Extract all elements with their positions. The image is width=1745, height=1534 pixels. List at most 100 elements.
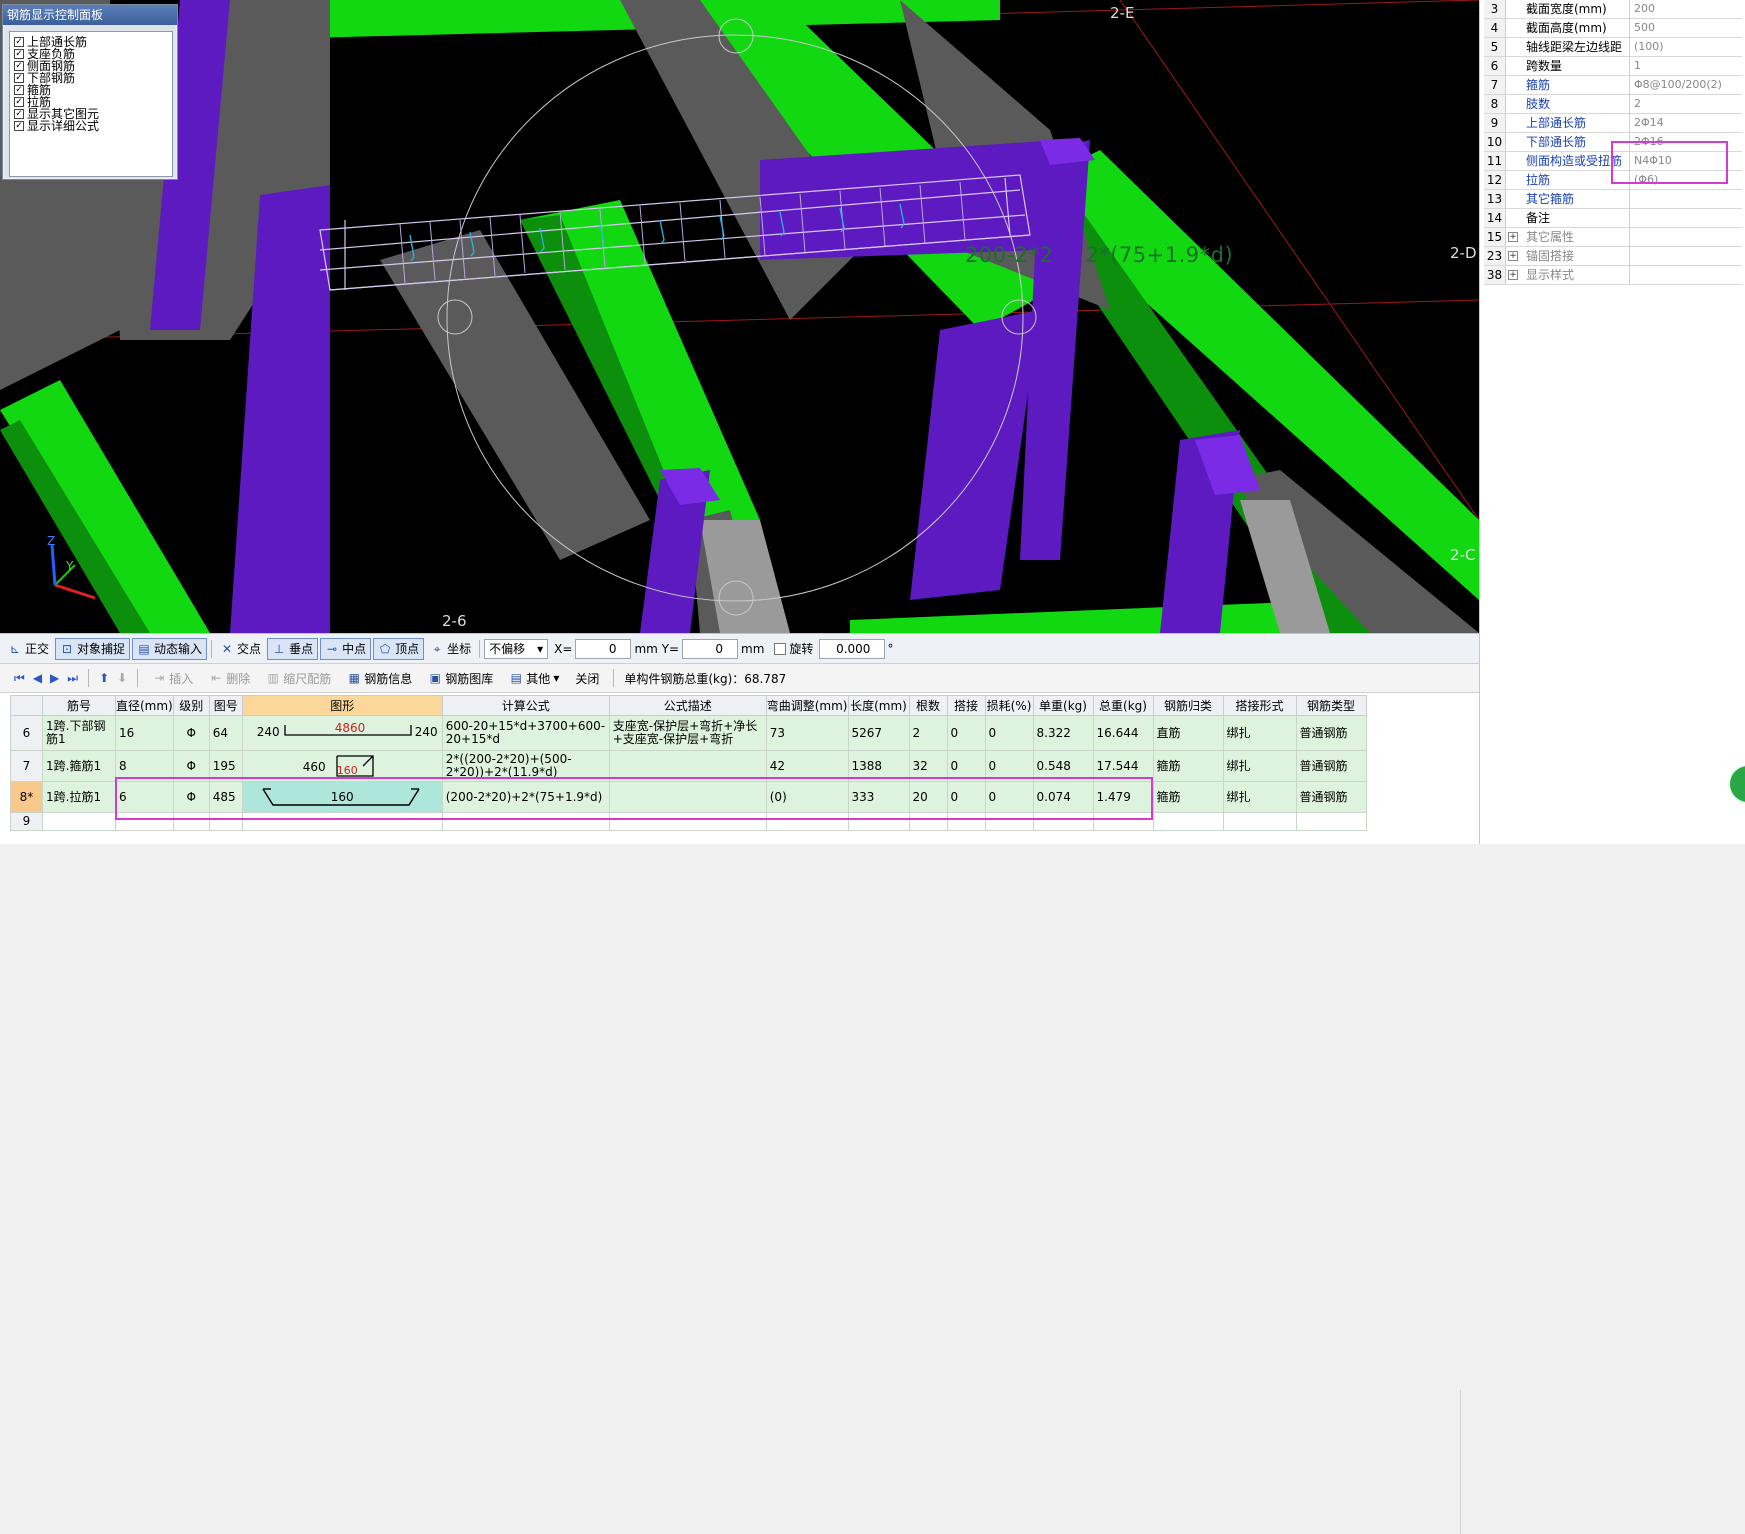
column-header[interactable]: 单重(kg) [1032, 695, 1094, 716]
shape-cell-selected[interactable]: 160 [241, 781, 443, 813]
vertex-snap-button[interactable]: ⬠ 顶点 [373, 637, 425, 660]
cell-unit-weight[interactable]: 0.548 [1032, 750, 1094, 782]
cell-rebar-type[interactable]: 普通钢筋 [1295, 715, 1367, 751]
cell-description[interactable] [608, 781, 767, 813]
move-down-icon[interactable]: ⬇ [117, 671, 127, 685]
property-row[interactable]: 10 下部通长筋 2Φ16 [1484, 133, 1742, 152]
column-header[interactable]: 搭接形式 [1222, 695, 1297, 716]
cell-bend-adjust[interactable]: 73 [765, 715, 849, 751]
cell-count[interactable]: 32 [908, 750, 948, 782]
midpoint-snap-button[interactable]: ⊸ 中点 [320, 637, 372, 660]
checkbox[interactable]: ✓ [14, 85, 24, 95]
prev-record-icon[interactable]: ◀ [33, 671, 42, 685]
dynamic-input-button[interactable]: ▤ 动态输入 [132, 637, 208, 660]
cell-lap[interactable] [946, 812, 986, 831]
cell-lap-type[interactable]: 绑扎 [1222, 750, 1297, 782]
cell-loss[interactable]: 0 [984, 715, 1034, 751]
cell-figure-no[interactable]: 64 [208, 715, 243, 751]
column-header[interactable]: 图号 [208, 695, 243, 716]
perpendicular-snap-button[interactable]: ⊥ 垂点 [267, 637, 319, 660]
cell-category[interactable]: 箍筋 [1152, 781, 1224, 813]
intersection-snap-button[interactable]: ✕ 交点 [216, 638, 265, 660]
rebar-library-button[interactable]: ▣ 钢筋图库 [424, 667, 497, 689]
property-row[interactable]: 13 其它箍筋 [1484, 190, 1742, 209]
cell-description[interactable] [608, 812, 767, 831]
cell-total-weight[interactable]: 16.644 [1092, 715, 1154, 751]
first-record-icon[interactable]: ⏮ [14, 671, 25, 686]
cell-lap[interactable]: 0 [946, 781, 986, 813]
cell-bend-adjust[interactable]: (0) [765, 781, 849, 813]
cell-lap[interactable]: 0 [946, 715, 986, 751]
x-coordinate-input[interactable]: 0 [575, 638, 632, 659]
property-value[interactable] [1630, 247, 1742, 265]
property-row[interactable]: 11 侧面构造或受扭筋 N4Φ10 [1484, 152, 1742, 171]
ortho-button[interactable]: ⊾ 正交 [4, 638, 53, 660]
cell-unit-weight[interactable]: 0.074 [1032, 781, 1094, 813]
shape-cell[interactable] [241, 812, 443, 831]
cell-length[interactable]: 1388 [847, 750, 910, 782]
rotate-angle-input[interactable]: 0.000 [819, 638, 886, 659]
property-row[interactable]: 4 截面高度(mm) 500 [1484, 19, 1742, 38]
offset-select[interactable]: 不偏移 ▾ [484, 638, 549, 659]
cell-total-weight[interactable]: 17.544 [1092, 750, 1154, 782]
property-value[interactable]: 2 [1630, 95, 1742, 113]
column-header[interactable]: 直径(mm) [115, 695, 174, 716]
cell-total-weight[interactable]: 1.479 [1092, 781, 1154, 813]
property-value[interactable]: 1 [1630, 57, 1742, 75]
cell-rebar-type[interactable]: 普通钢筋 [1295, 781, 1367, 813]
cell-bend-adjust[interactable]: 42 [765, 750, 849, 782]
rotate-checkbox[interactable] [774, 642, 787, 655]
other-menu-button[interactable]: ▤ 其他 ▾ [505, 667, 563, 689]
cell-formula[interactable]: 600-20+15*d+3700+600-20+15*d [441, 715, 610, 751]
checkbox[interactable]: ✓ [14, 121, 24, 131]
checkbox[interactable]: ✓ [14, 109, 24, 119]
cell-lap[interactable]: 0 [946, 750, 986, 782]
insert-button[interactable]: ⇥ 插入 [148, 667, 197, 689]
cell-description[interactable]: 支座宽-保护层+弯折+净长+支座宽-保护层+弯折 [608, 715, 767, 751]
cell-category[interactable] [1152, 812, 1224, 831]
property-row[interactable]: 23 + 锚固搭接 [1484, 247, 1742, 266]
cell-count[interactable]: 2 [908, 715, 948, 751]
column-header[interactable]: 长度(mm) [847, 695, 910, 716]
table-row[interactable]: 8* 1跨.拉筋1 6 Φ 485 160 (200-2*20)+2*(75+1.9*d)… [10, 781, 1367, 813]
cell-loss[interactable]: 0 [984, 781, 1034, 813]
cell-rebar-type[interactable] [1295, 812, 1367, 831]
object-snap-button[interactable]: ⊡ 对象捕捉 [55, 637, 131, 660]
cell-bend-adjust[interactable] [765, 812, 849, 831]
row-number[interactable]: 8* [10, 781, 43, 813]
cell-figure-no[interactable]: 195 [208, 750, 243, 782]
cell-length[interactable]: 5267 [847, 715, 910, 751]
property-value[interactable]: 2Φ14 [1630, 114, 1742, 132]
table-row[interactable]: 7 1跨.箍筋1 8 Φ 195 460 160 2*((200-2*20)+(500-2… [10, 750, 1367, 782]
column-header[interactable]: 搭接 [946, 695, 986, 716]
property-value[interactable] [1630, 209, 1742, 227]
property-row[interactable]: 6 跨数量 1 [1484, 57, 1742, 76]
cell-total-weight[interactable] [1092, 812, 1154, 831]
property-value[interactable]: (100) [1630, 38, 1742, 56]
expand-toggle[interactable]: + [1506, 228, 1520, 246]
cell-unit-weight[interactable] [1032, 812, 1094, 831]
column-header[interactable]: 计算公式 [441, 695, 610, 716]
rebar-display-control-panel[interactable]: 钢筋显示控制面板 ✓ 上部通长筋 ✓ 支座负筋 ✓ 侧面钢筋 ✓ 下部钢筋 ✓ 箍筋 ✓ 拉… [2, 4, 178, 180]
cell-name[interactable]: 1跨.下部钢筋1 [42, 715, 116, 751]
cell-diameter[interactable]: 8 [115, 750, 174, 782]
expand-toggle[interactable]: + [1506, 247, 1520, 265]
cell-grade[interactable]: Φ [172, 715, 210, 751]
property-value[interactable]: Φ8@100/200(2) [1630, 76, 1742, 94]
y-coordinate-input[interactable]: 0 [682, 638, 739, 659]
property-row[interactable]: 38 + 显示样式 [1484, 266, 1742, 285]
column-header[interactable]: 总重(kg) [1092, 695, 1154, 716]
last-record-icon[interactable]: ⏭ [67, 671, 78, 686]
property-value[interactable] [1630, 228, 1742, 246]
cell-name[interactable]: 1跨.拉筋1 [42, 781, 116, 813]
row-number[interactable]: 7 [10, 750, 43, 782]
table-row[interactable]: 9 [10, 812, 1367, 831]
property-value[interactable]: (Φ6) [1630, 171, 1742, 189]
table-row[interactable]: 6 1跨.下部钢筋1 16 Φ 64 240 4860 240 600-20+15*d+3… [10, 715, 1367, 751]
cell-rebar-type[interactable]: 普通钢筋 [1295, 750, 1367, 782]
cell-formula[interactable]: 2*((200-2*20)+(500-2*20))+2*(11.9*d) [441, 750, 610, 782]
row-number[interactable]: 9 [10, 812, 43, 831]
cell-length[interactable]: 333 [847, 781, 910, 813]
table-vertical-scrollbar[interactable] [1460, 1390, 1474, 1534]
cell-count[interactable] [908, 812, 948, 831]
